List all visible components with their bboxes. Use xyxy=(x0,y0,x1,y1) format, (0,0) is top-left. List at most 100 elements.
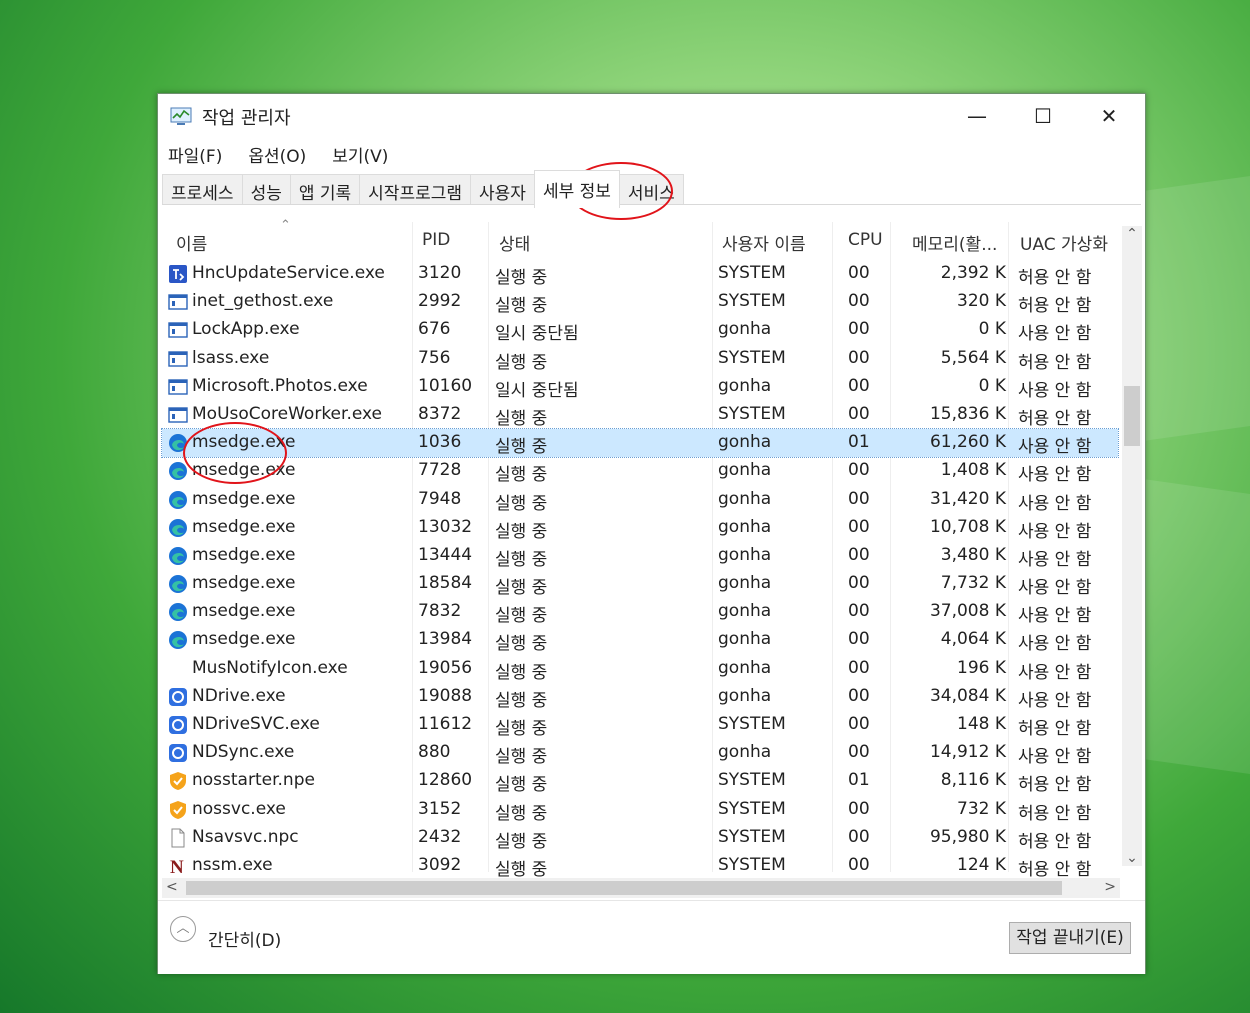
process-status: 실행 중 xyxy=(495,296,548,317)
sort-ascending-icon: ⌃ xyxy=(280,218,291,233)
process-memory: 10,708 K xyxy=(929,516,1006,537)
annotation-circle-msedge xyxy=(183,422,287,484)
table-row[interactable]: Nsavsvc.npc 2432 실행 중 SYSTEM 00 95,980 K 허용 안 … xyxy=(162,824,1118,852)
table-row[interactable]: msedge.exe 18584 실행 중 gonha 00 7,732 K 사용 안 함 xyxy=(162,570,1118,598)
footer-bar xyxy=(158,900,1145,974)
process-pid: 13984 xyxy=(418,629,473,650)
hnc-update-icon xyxy=(168,264,188,284)
process-cpu: 00 xyxy=(848,657,870,678)
process-status: 실행 중 xyxy=(495,803,548,824)
table-row[interactable]: msedge.exe 13032 실행 중 gonha 00 10,708 K 사용 안 함 xyxy=(162,514,1118,542)
scroll-up-icon[interactable]: ⌃ xyxy=(1124,226,1140,242)
process-name: nosstarter.npe xyxy=(192,770,315,791)
process-uac: 사용 안 함 xyxy=(1018,578,1092,599)
horizontal-scroll-thumb[interactable] xyxy=(186,881,1062,895)
table-row[interactable]: NDSync.exe 880 실행 중 gonha 00 14,912 K 사용 안 함 xyxy=(162,739,1118,767)
table-row[interactable]: inet_gethost.exe 2992 실행 중 SYSTEM 00 320 K 허용 … xyxy=(162,288,1118,316)
table-row[interactable]: NDrive.exe 19088 실행 중 gonha 00 34,084 K 사용 안 함 xyxy=(162,683,1118,711)
process-cpu: 00 xyxy=(848,544,870,565)
process-user: SYSTEM xyxy=(718,403,786,424)
process-user: gonha xyxy=(718,319,772,340)
process-status: 실행 중 xyxy=(495,831,548,852)
process-cpu: 00 xyxy=(848,347,870,368)
scroll-down-icon[interactable]: ⌄ xyxy=(1124,850,1140,866)
table-row[interactable]: msedge.exe 7832 실행 중 gonha 00 37,008 K 사용 안 함 xyxy=(162,598,1118,626)
table-row[interactable]: HncUpdateService.exe 3120 실행 중 SYSTEM 00 2,39… xyxy=(162,260,1118,288)
table-row[interactable]: Microsoft.Photos.exe 10160 일시 중단됨 gonha 00 0 … xyxy=(162,373,1118,401)
table-row[interactable]: nossvc.exe 3152 실행 중 SYSTEM 00 732 K 허용 안 함 xyxy=(162,796,1118,824)
vertical-scroll-thumb[interactable] xyxy=(1124,386,1140,446)
process-status: 실행 중 xyxy=(495,493,548,514)
column-header-uac[interactable]: UAC 가상화 xyxy=(1020,230,1108,255)
process-user: SYSTEM xyxy=(718,714,786,734)
fewer-details-link[interactable]: 간단히(D) xyxy=(208,926,281,951)
process-pid: 3120 xyxy=(418,263,462,283)
process-pid: 12860 xyxy=(418,770,473,791)
process-cpu: 00 xyxy=(848,460,870,481)
process-cpu: 00 xyxy=(848,375,870,396)
process-uac: 허용 안 함 xyxy=(1018,719,1092,739)
process-name: MoUsoCoreWorker.exe xyxy=(192,403,383,424)
column-header-user[interactable]: 사용자 이름 xyxy=(722,230,806,255)
task-manager-icon xyxy=(170,107,192,125)
scroll-left-icon[interactable]: < xyxy=(166,879,178,895)
end-task-button[interactable]: 작업 끝내기(E) xyxy=(1009,922,1131,954)
process-user: gonha xyxy=(718,516,772,537)
tab-processes[interactable]: 프로세스 xyxy=(162,174,243,204)
process-uac: 사용 안 함 xyxy=(1018,493,1092,514)
process-uac: 허용 안 함 xyxy=(1018,859,1092,880)
process-name: Nsavsvc.npc xyxy=(192,826,299,847)
maximize-button[interactable]: ☐ xyxy=(1010,98,1076,134)
column-header-status[interactable]: 상태 xyxy=(499,230,530,255)
column-header-name[interactable]: 이름 xyxy=(176,230,207,255)
table-row[interactable]: lsass.exe 756 실행 중 SYSTEM 00 5,564 K 허용 안 함 xyxy=(162,345,1118,373)
column-header-pid[interactable]: PID xyxy=(422,230,450,250)
process-uac: 사용 안 함 xyxy=(1018,747,1092,768)
table-row[interactable]: MusNotifyIcon.exe 19056 실행 중 gonha 00 196 K 사용… xyxy=(162,655,1118,683)
table-row[interactable]: msedge.exe 7948 실행 중 gonha 00 31,420 K 사용 안 함 xyxy=(162,486,1118,514)
menu-view[interactable]: 보기(V) xyxy=(330,140,390,167)
horizontal-scrollbar[interactable]: < > xyxy=(162,878,1120,898)
table-row[interactable]: msedge.exe 1036 실행 중 gonha 01 61,260 K 사용 안 함 xyxy=(161,428,1119,459)
table-row[interactable]: Nnssm.exe 3092 실행 중 SYSTEM 00 124 K 허용 안 함 xyxy=(162,852,1118,880)
table-row[interactable]: msedge.exe 13444 실행 중 gonha 00 3,480 K 사용 안 함 xyxy=(162,542,1118,570)
tab-performance[interactable]: 성능 xyxy=(241,174,291,204)
table-row[interactable]: NDriveSVC.exe 11612 실행 중 SYSTEM 00 148 K 허용 안 … xyxy=(162,711,1118,739)
process-memory: 61,260 K xyxy=(929,432,1006,453)
vertical-scrollbar[interactable]: ⌃ ⌄ xyxy=(1122,226,1142,866)
menu-file[interactable]: 파일(F) xyxy=(166,140,224,167)
scroll-right-icon[interactable]: > xyxy=(1104,879,1116,895)
process-pid: 880 xyxy=(418,742,451,763)
tab-app-history[interactable]: 앱 기록 xyxy=(289,174,361,204)
process-memory: 15,836 K xyxy=(929,403,1006,424)
process-uac: 사용 안 함 xyxy=(1018,634,1092,655)
tab-details[interactable]: 세부 정보 xyxy=(533,170,620,208)
column-header-memory[interactable]: 메모리(활... xyxy=(912,230,997,255)
table-row[interactable]: LockApp.exe 676 일시 중단됨 gonha 00 0 K 사용 안 함 xyxy=(162,316,1118,344)
minimize-button[interactable]: — xyxy=(944,98,1010,134)
process-memory: 320 K xyxy=(957,291,1006,312)
table-row[interactable]: nosstarter.npe 12860 실행 중 SYSTEM 01 8,116 K 허용… xyxy=(162,767,1118,795)
table-row[interactable]: MoUsoCoreWorker.exe 8372 실행 중 SYSTEM 00 15,83… xyxy=(162,401,1118,429)
chevron-up-icon[interactable]: ︿ xyxy=(170,916,196,942)
process-status: 실행 중 xyxy=(495,719,548,739)
ndrive-icon xyxy=(168,743,188,763)
table-row[interactable]: msedge.exe 7728 실행 중 gonha 00 1,408 K 사용 안 함 xyxy=(162,457,1118,485)
close-button[interactable]: ✕ xyxy=(1076,98,1142,134)
process-memory: 8,116 K xyxy=(940,770,1006,791)
tab-users[interactable]: 사용자 xyxy=(470,174,535,204)
process-status: 실행 중 xyxy=(495,634,548,655)
process-status: 실행 중 xyxy=(495,521,548,542)
process-name: inet_gethost.exe xyxy=(192,291,334,312)
process-uac: 사용 안 함 xyxy=(1018,437,1092,458)
shield-icon xyxy=(168,771,188,791)
tab-startup[interactable]: 시작프로그램 xyxy=(359,174,472,204)
process-memory: 196 K xyxy=(957,657,1006,678)
process-cpu: 00 xyxy=(848,685,870,706)
menu-options[interactable]: 옵션(O) xyxy=(246,140,308,167)
process-name: msedge.exe xyxy=(192,516,296,537)
column-header-cpu[interactable]: CPU xyxy=(848,230,883,250)
table-row[interactable]: msedge.exe 13984 실행 중 gonha 00 4,064 K 사용 안 함 xyxy=(162,626,1118,654)
no-icon xyxy=(168,659,188,679)
app-window-icon xyxy=(168,320,188,340)
